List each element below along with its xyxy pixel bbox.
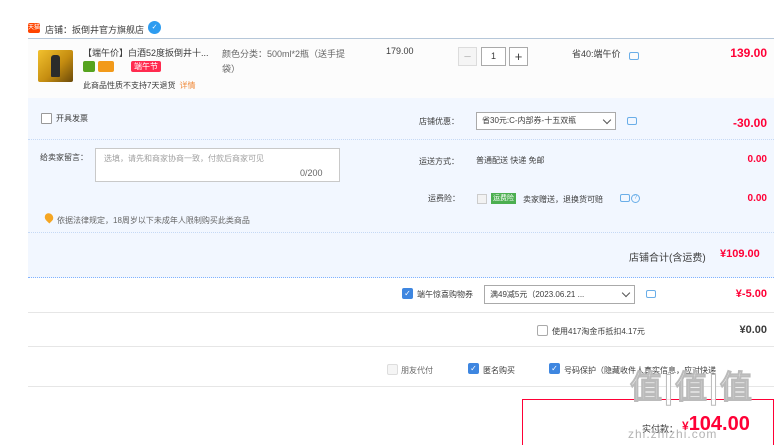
promo-label: 端午惊喜购物券 <box>417 290 473 299</box>
anonymous-checkbox[interactable]: ✓ <box>468 363 479 374</box>
festival-badge: 端午节 <box>131 61 161 72</box>
store-discount-value: 省30元:C-内部券-十五双瓶 <box>482 116 577 125</box>
divider <box>28 232 774 233</box>
insurance-badge: 运费险 <box>491 193 516 204</box>
store-discount-select[interactable]: 省30元:C-内部券-十五双瓶 <box>476 112 616 130</box>
service-badge-icon <box>83 61 95 72</box>
card-payment-icon <box>98 61 114 72</box>
comment-icon[interactable] <box>629 52 639 60</box>
chat-seller-icon[interactable]: ✓ <box>148 21 161 34</box>
divider <box>28 346 774 347</box>
invoice-checkbox[interactable] <box>41 113 52 124</box>
comment-icon[interactable] <box>646 290 656 298</box>
coin-deduction-amount: ¥0.00 <box>739 324 767 336</box>
quantity-input[interactable]: 1 <box>481 47 506 66</box>
store-name[interactable]: 店铺：扳倒井官方旗舰店 <box>45 23 144 36</box>
help-icon[interactable]: ? <box>631 194 640 203</box>
return-policy-details-link[interactable]: 详情 <box>179 81 195 90</box>
age-restriction-note: 依据法律规定，18周岁以下未成年人限制购买此类商品 <box>57 216 250 225</box>
comment-icon[interactable] <box>627 117 637 125</box>
store-discount-amount: -30.00 <box>732 116 767 130</box>
unit-price: 179.00 <box>386 46 414 56</box>
comment-icon[interactable] <box>620 194 630 202</box>
insurance-amount: 0.00 <box>747 193 767 204</box>
invoice-label: 开具发票 <box>56 114 88 123</box>
shipping-label: 运送方式： <box>419 157 459 166</box>
coin-deduction-label: 使用417淘金币抵扣4.17元 <box>552 327 645 336</box>
promo-amount: ¥-5.00 <box>735 288 767 300</box>
seller-message-placeholder: 选填，请先和商家协商一致，付款后商家可见 <box>104 154 264 163</box>
quantity-increase-button[interactable]: + <box>509 47 528 66</box>
coin-deduction-checkbox[interactable] <box>537 325 548 336</box>
watermark-logo: 值|值|值 <box>630 369 754 406</box>
insurance-checkbox <box>477 194 487 204</box>
promo-coupon-select[interactable]: 满49减5元（2023.06.21 ... <box>484 285 635 304</box>
watermark-url: zhi.zhizhi.com <box>628 427 718 441</box>
item-subtotal: 139.00 <box>730 46 767 60</box>
insurance-description: 卖家赠送，退换货可赔 <box>523 195 603 204</box>
shipping-method: 普通配送 快递 免邮 <box>476 156 545 165</box>
message-char-count: 0/200 <box>300 168 323 178</box>
promo-checkbox[interactable]: ✓ <box>402 288 413 299</box>
friend-pay-label: 朋友代付 <box>401 366 433 375</box>
friend-pay-checkbox <box>387 364 398 375</box>
insurance-label: 运费险： <box>428 194 460 203</box>
chevron-down-icon <box>602 115 612 125</box>
store-total-label: 店铺合计(含运费) <box>629 253 706 264</box>
divider <box>28 139 774 140</box>
tmall-store-icon: 天猫 <box>28 23 41 33</box>
quantity-decrease-button[interactable]: − <box>458 47 477 66</box>
product-thumbnail[interactable] <box>38 50 73 82</box>
promo-coupon-value: 满49减5元（2023.06.21 ... <box>490 290 585 299</box>
return-policy-text: 此商品性质不支持7天退货 <box>83 81 176 90</box>
divider <box>28 312 774 313</box>
store-total-amount: ¥109.00 <box>720 248 760 260</box>
savings-note: 省40:端午价 <box>572 49 621 59</box>
chevron-down-icon <box>621 288 631 298</box>
product-title-link[interactable]: 【端午价】白酒52度扳倒井十... <box>83 46 213 59</box>
anonymous-label: 匿名购买 <box>483 366 515 375</box>
return-policy-note: 此商品性质不支持7天退货 详情 <box>83 80 195 91</box>
seller-message-label: 给卖家留言： <box>40 153 88 162</box>
number-protect-checkbox[interactable]: ✓ <box>549 363 560 374</box>
shipping-amount: 0.00 <box>747 154 767 165</box>
product-spec: 颜色分类：500ml*2瓶（送手提袋） <box>222 49 346 74</box>
store-discount-label: 店铺优惠： <box>419 117 459 126</box>
